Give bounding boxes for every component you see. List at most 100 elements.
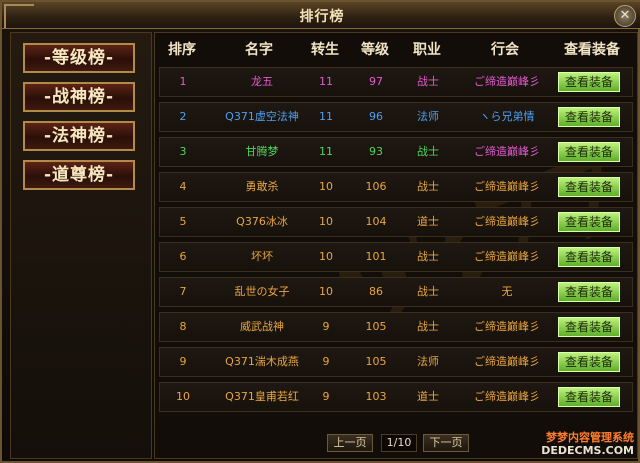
ranking-window: 排行榜 ✕ -等级榜- -战神榜- -法神榜- -道尊榜- 9377 排序 名字… <box>0 0 640 463</box>
cell-class: 战士 <box>417 180 439 193</box>
cell-rebirth: 10 <box>319 180 333 193</box>
header-equipment: 查看装备 <box>564 42 620 58</box>
table-row: 4 勇敢杀 10 106 战士 ご缔造巅峰彡 查看装备 <box>159 172 633 202</box>
view-equipment-button[interactable]: 查看装备 <box>558 72 620 92</box>
tab-taoist-rank[interactable]: -道尊榜- <box>23 160 135 190</box>
cell-rank: 1 <box>179 75 187 88</box>
table-row: 8 威武战神 9 105 战士 ご缔造巅峰彡 查看装备 <box>159 312 633 342</box>
table-row: 2 Q371虚空法神 11 96 法师 ヽら兄弟情 查看装备 <box>159 102 633 132</box>
tab-level-rank[interactable]: -等级榜- <box>23 43 135 73</box>
cell-class: 战士 <box>417 285 439 298</box>
header-rebirth: 转生 <box>311 42 339 58</box>
cell-guild: ご缔造巅峰彡 <box>474 145 540 158</box>
view-equipment-button[interactable]: 查看装备 <box>558 317 620 337</box>
cell-level: 105 <box>365 355 387 368</box>
cell-name: 甘腾梦 <box>245 145 279 158</box>
cell-rebirth: 10 <box>319 250 333 263</box>
table-row: 9 Q371湍木成燕 9 105 法师 ご缔造巅峰彡 查看装备 <box>159 347 633 377</box>
cell-rank: 5 <box>179 215 187 228</box>
cell-name: 龙五 <box>251 75 273 88</box>
header-name: 名字 <box>245 42 273 58</box>
cell-name: Q371皇甫若红 <box>225 390 299 403</box>
cell-rebirth: 10 <box>319 215 333 228</box>
cell-rebirth: 9 <box>322 355 330 368</box>
cell-level: 105 <box>365 320 387 333</box>
cell-rebirth: 11 <box>319 145 333 158</box>
table-row: 3 甘腾梦 11 93 战士 ご缔造巅峰彡 查看装备 <box>159 137 633 167</box>
cell-level: 96 <box>369 110 383 123</box>
cell-rebirth: 11 <box>319 110 333 123</box>
title-bar: 排行榜 ✕ <box>2 2 640 29</box>
cell-guild: ご缔造巅峰彡 <box>474 75 540 88</box>
cell-class: 战士 <box>417 320 439 333</box>
table-row: 7 乱世の女子 10 86 战士 无 查看装备 <box>159 277 633 307</box>
page-indicator: 1/10 <box>381 434 417 452</box>
cell-name: Q376冰冰 <box>236 215 288 228</box>
cell-rank: 6 <box>179 250 187 263</box>
cell-rank: 8 <box>179 320 187 333</box>
view-equipment-button[interactable]: 查看装备 <box>558 142 620 162</box>
view-equipment-button[interactable]: 查看装备 <box>558 282 620 302</box>
cell-guild: ご缔造巅峰彡 <box>474 180 540 193</box>
cell-guild: ご缔造巅峰彡 <box>474 215 540 228</box>
cell-rebirth: 9 <box>322 390 330 403</box>
cell-rank: 9 <box>179 355 187 368</box>
cell-level: 101 <box>365 250 387 263</box>
cell-name: 乱世の女子 <box>234 285 290 298</box>
close-icon[interactable]: ✕ <box>614 5 636 27</box>
cell-level: 106 <box>365 180 387 193</box>
cell-class: 战士 <box>417 145 439 158</box>
cell-name: Q371虚空法神 <box>225 110 299 123</box>
view-equipment-button[interactable]: 查看装备 <box>558 247 620 267</box>
cell-level: 97 <box>369 75 383 88</box>
cell-guild: ヽら兄弟情 <box>479 110 535 123</box>
cell-guild: ご缔造巅峰彡 <box>474 250 540 263</box>
table-row: 6 坏坏 10 101 战士 ご缔造巅峰彡 查看装备 <box>159 242 633 272</box>
cell-rebirth: 10 <box>319 285 333 298</box>
cell-rank: 10 <box>176 390 190 403</box>
cell-class: 战士 <box>417 250 439 263</box>
cell-name: 勇敢杀 <box>245 180 279 193</box>
cell-level: 103 <box>365 390 387 403</box>
tab-mage-rank[interactable]: -法神榜- <box>23 121 135 151</box>
view-equipment-button[interactable]: 查看装备 <box>558 107 620 127</box>
cell-guild: ご缔造巅峰彡 <box>474 355 540 368</box>
rank-tab-sidebar: -等级榜- -战神榜- -法神榜- -道尊榜- <box>10 32 152 459</box>
cell-class: 道士 <box>417 215 439 228</box>
cell-rank: 7 <box>179 285 187 298</box>
cell-name: 威武战神 <box>240 320 284 333</box>
cell-class: 法师 <box>417 110 439 123</box>
ranking-table: 9377 排序 名字 转生 等级 职业 行会 查看装备 1龙五1197战士ご缔造… <box>154 32 640 459</box>
cell-class: 道士 <box>417 390 439 403</box>
next-page-button[interactable]: 下一页 <box>423 434 469 452</box>
header-class: 职业 <box>413 42 441 58</box>
cell-rank: 2 <box>179 110 187 123</box>
cell-level: 86 <box>369 285 383 298</box>
header-rank: 排序 <box>168 42 196 58</box>
site-name: 梦梦内容管理系统 <box>546 431 634 444</box>
cell-rank: 3 <box>179 145 187 158</box>
header-level: 等级 <box>361 42 389 58</box>
cell-class: 战士 <box>417 75 439 88</box>
view-equipment-button[interactable]: 查看装备 <box>558 352 620 372</box>
cell-guild: ご缔造巅峰彡 <box>474 320 540 333</box>
window-title: 排行榜 <box>299 9 345 25</box>
cell-rebirth: 9 <box>322 320 330 333</box>
table-row: 1 龙五 11 97 战士 ご缔造巅峰彡 查看装备 <box>159 67 633 97</box>
cell-guild: 无 <box>501 285 513 298</box>
cell-level: 93 <box>369 145 383 158</box>
prev-page-button[interactable]: 上一页 <box>327 434 373 452</box>
table-row: 5 Q376冰冰 10 104 道士 ご缔造巅峰彡 查看装备 <box>159 207 633 237</box>
view-equipment-button[interactable]: 查看装备 <box>558 177 620 197</box>
cell-name: 坏坏 <box>251 250 273 263</box>
cell-rebirth: 11 <box>319 75 333 88</box>
view-equipment-button[interactable]: 查看装备 <box>558 387 620 407</box>
cell-level: 104 <box>365 215 387 228</box>
cell-guild: ご缔造巅峰彡 <box>474 390 540 403</box>
table-row: 10 Q371皇甫若红 9 103 道士 ご缔造巅峰彡 查看装备 <box>159 382 633 412</box>
cell-rank: 4 <box>179 180 187 193</box>
cell-name: Q371湍木成燕 <box>225 355 299 368</box>
view-equipment-button[interactable]: 查看装备 <box>558 212 620 232</box>
tab-warrior-rank[interactable]: -战神榜- <box>23 82 135 112</box>
cell-class: 法师 <box>417 355 439 368</box>
